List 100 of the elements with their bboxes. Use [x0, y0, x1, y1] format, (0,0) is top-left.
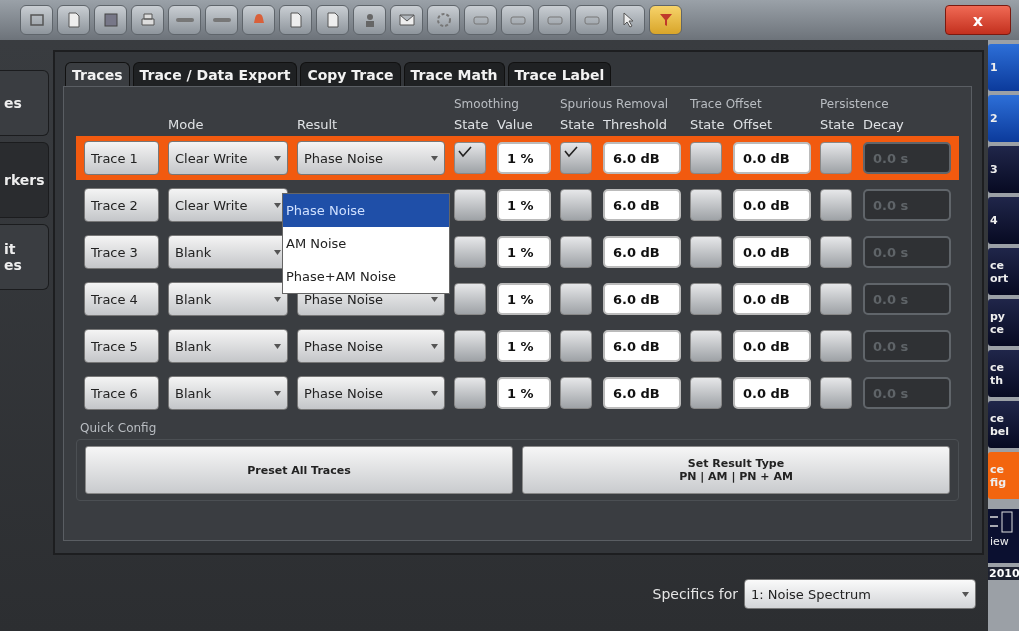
checkbox[interactable] [454, 283, 486, 315]
bar-icon [212, 18, 231, 22]
mode-dropdown[interactable]: Blank [168, 376, 288, 410]
toolbar-button[interactable] [353, 5, 386, 35]
checkbox[interactable] [454, 377, 486, 409]
dropdown-option[interactable]: Phase Noise [283, 194, 449, 227]
toolbar-button[interactable] [316, 5, 349, 35]
trace-button[interactable]: Trace 3 [84, 235, 159, 269]
checkbox[interactable] [560, 330, 592, 362]
checkbox[interactable] [820, 189, 852, 221]
tab[interactable]: Copy Trace [300, 62, 401, 86]
side-tab[interactable]: it es [0, 224, 49, 290]
input-field[interactable]: 6.0 dB [603, 142, 681, 174]
side-tab[interactable]: es [0, 70, 49, 136]
toolbar-button[interactable] [205, 5, 238, 35]
result-dropdown[interactable]: Phase Noise [297, 141, 445, 175]
input-field[interactable]: 1 % [497, 236, 551, 268]
checkbox[interactable] [454, 189, 486, 221]
softkey[interactable]: 3 [988, 146, 1019, 193]
input-field[interactable]: 0.0 dB [733, 377, 811, 409]
softkey[interactable]: ce ort [988, 248, 1019, 295]
input-field[interactable]: 0.0 dB [733, 330, 811, 362]
mode-dropdown[interactable]: Blank [168, 329, 288, 363]
input-field[interactable]: 1 % [497, 142, 551, 174]
checkbox[interactable] [454, 236, 486, 268]
input-field[interactable]: 1 % [497, 330, 551, 362]
softkey[interactable]: py ce [988, 299, 1019, 346]
checkbox[interactable] [820, 377, 852, 409]
checkbox[interactable] [690, 142, 722, 174]
input-field[interactable]: 1 % [497, 377, 551, 409]
toolbar-button[interactable] [279, 5, 312, 35]
checkmark-icon [564, 146, 578, 158]
quick-config-button[interactable]: Preset All Traces [85, 446, 513, 494]
checkbox[interactable] [560, 236, 592, 268]
input-field[interactable]: 0.0 dB [733, 142, 811, 174]
input-field[interactable]: 1 % [497, 283, 551, 315]
toolbar-button[interactable] [168, 5, 201, 35]
softkey[interactable]: 2 [988, 95, 1019, 142]
input-field[interactable]: 6.0 dB [603, 189, 681, 221]
tab[interactable]: Traces [65, 62, 130, 86]
input-field[interactable]: 1 % [497, 189, 551, 221]
toolbar-button[interactable] [131, 5, 164, 35]
toolbar-button[interactable] [94, 5, 127, 35]
toolbar-button[interactable] [575, 5, 608, 35]
trace-button[interactable]: Trace 6 [84, 376, 159, 410]
toolbar-button[interactable] [501, 5, 534, 35]
checkbox[interactable] [560, 377, 592, 409]
result-dropdown[interactable]: Phase Noise [297, 376, 445, 410]
mode-dropdown[interactable]: Blank [168, 282, 288, 316]
checkbox[interactable] [690, 189, 722, 221]
input-field[interactable]: 6.0 dB [603, 330, 681, 362]
checkbox[interactable] [454, 142, 486, 174]
mode-dropdown[interactable]: Clear Write [168, 188, 288, 222]
checkbox[interactable] [560, 142, 592, 174]
softkey[interactable]: ce th [988, 350, 1019, 397]
checkbox[interactable] [690, 377, 722, 409]
tab[interactable]: Trace Math [403, 62, 505, 86]
input-field[interactable]: 0.0 dB [733, 283, 811, 315]
mode-dropdown[interactable]: Clear Write [168, 141, 288, 175]
tab[interactable]: Trace / Data Export [132, 62, 298, 86]
checkbox[interactable] [820, 236, 852, 268]
toolbar-button[interactable] [538, 5, 571, 35]
input-field[interactable]: 0.0 dB [733, 189, 811, 221]
checkbox[interactable] [820, 142, 852, 174]
trace-button[interactable]: Trace 2 [84, 188, 159, 222]
specifics-dropdown[interactable]: 1: Noise Spectrum [744, 579, 976, 609]
tab[interactable]: Trace Label [507, 62, 612, 86]
toolbar-button[interactable] [390, 5, 423, 35]
softkey[interactable]: 1 [988, 44, 1019, 91]
trace-button[interactable]: Trace 4 [84, 282, 159, 316]
checkbox[interactable] [820, 283, 852, 315]
input-field[interactable]: 6.0 dB [603, 283, 681, 315]
input-field[interactable]: 0.0 dB [733, 236, 811, 268]
side-tab[interactable]: rkers [0, 142, 49, 218]
toolbar-button[interactable] [57, 5, 90, 35]
checkbox[interactable] [690, 236, 722, 268]
toolbar-button[interactable] [20, 5, 53, 35]
result-dropdown[interactable]: Phase Noise [297, 329, 445, 363]
trace-button[interactable]: Trace 5 [84, 329, 159, 363]
input-field[interactable]: 6.0 dB [603, 236, 681, 268]
checkbox[interactable] [560, 189, 592, 221]
envelope-icon [397, 11, 416, 29]
toolbar-button[interactable] [649, 5, 682, 35]
softkey[interactable]: 4 [988, 197, 1019, 244]
toolbar-button[interactable] [242, 5, 275, 35]
trace-button[interactable]: Trace 1 [84, 141, 159, 175]
column-heading: Result [297, 117, 339, 132]
toolbar-button[interactable] [612, 5, 645, 35]
softkey[interactable]: ce bel [988, 401, 1019, 448]
softkey[interactable]: iew [988, 509, 1019, 563]
toolbar-button[interactable] [464, 5, 497, 35]
checkbox[interactable] [820, 330, 852, 362]
checkbox[interactable] [690, 283, 722, 315]
quick-config-button[interactable]: Set Result Type PN | AM | PN + AM [522, 446, 950, 494]
checkbox[interactable] [690, 330, 722, 362]
input-field[interactable]: 6.0 dB [603, 377, 681, 409]
toolbar-button[interactable] [427, 5, 460, 35]
checkbox[interactable] [454, 330, 486, 362]
checkbox[interactable] [560, 283, 592, 315]
close-button[interactable]: x [945, 5, 1011, 35]
